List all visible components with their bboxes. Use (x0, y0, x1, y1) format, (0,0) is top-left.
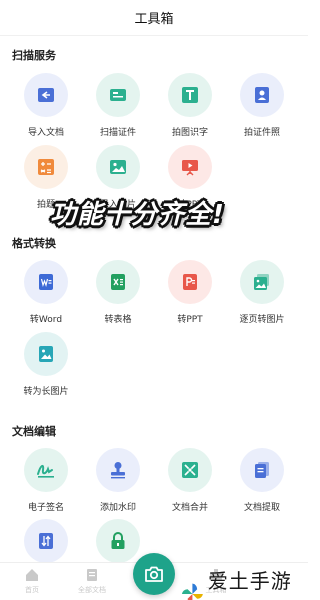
merge-icon (182, 462, 198, 478)
scan-id-icon (110, 89, 126, 101)
site-watermark: 爱土手游网 (180, 565, 308, 600)
tool-sort[interactable] (10, 519, 82, 563)
calculator-icon (38, 159, 54, 175)
tool-add-watermark[interactable]: 添加水印 (82, 448, 154, 513)
section-title-convert: 格式转换 (12, 237, 56, 250)
home-icon (26, 569, 38, 581)
tool-scan-id[interactable]: 扫描证件 (82, 73, 154, 138)
sort-icon (39, 533, 53, 549)
import-document-icon (38, 88, 54, 102)
tool-to-word[interactable]: 转Word (10, 260, 82, 325)
tool-label: 转表格 (104, 315, 132, 325)
tool-label: 拍图识字 (171, 128, 208, 138)
extract-icon (255, 462, 269, 478)
long-image-icon (39, 346, 53, 362)
tool-to-ppt[interactable]: 转PPT (154, 260, 226, 325)
camera-icon (145, 566, 163, 582)
tool-label: 文档合并 (171, 503, 208, 513)
pages-to-image-icon (254, 274, 269, 290)
tool-label: 文档提取 (243, 503, 280, 513)
tool-label: 转PPT (177, 315, 203, 325)
tool-to-excel[interactable]: 转表格 (82, 260, 154, 325)
tool-long-image[interactable]: 转为长图片 (10, 332, 82, 397)
tool-label: 添加水印 (99, 503, 136, 513)
tool-id-photo[interactable]: 拍证件照 (226, 73, 298, 138)
tool-pages-to-image[interactable]: 逐页转图片 (226, 260, 298, 325)
ppt-icon (183, 274, 197, 290)
tool-label: 拍证件照 (243, 128, 280, 138)
nav-label: 首页 (25, 586, 39, 594)
app-header: 工具箱 (0, 0, 308, 36)
section-title-scan: 扫描服务 (12, 49, 56, 62)
tool-label: 逐页转图片 (239, 315, 285, 325)
tool-label: 扫描证件 (99, 128, 136, 138)
presentation-icon (182, 160, 198, 176)
id-photo-icon (255, 87, 269, 103)
text-recognition-icon (182, 87, 198, 103)
nav-all-documents[interactable]: 全部文档 (62, 567, 122, 595)
tool-text-recognition[interactable]: 拍图识字 (154, 73, 226, 138)
page-title: 工具箱 (134, 12, 174, 27)
tool-label: 电子签名 (27, 503, 64, 513)
excel-icon (111, 274, 125, 290)
watermark-text: 爱土手游网 (207, 569, 292, 600)
promo-overlay-text: 功能十分齐全! (50, 200, 225, 230)
lock-icon (111, 532, 125, 549)
tool-document-extract[interactable]: 文档提取 (226, 448, 298, 513)
documents-icon (87, 569, 97, 581)
tool-import-document[interactable]: 导入文档 (10, 73, 82, 138)
tool-document-merge[interactable]: 文档合并 (154, 448, 226, 513)
tool-e-signature[interactable]: 电子签名 (10, 448, 82, 513)
section-title-edit: 文档编辑 (12, 425, 56, 438)
image-icon (110, 160, 126, 174)
tool-label: 转为长图片 (23, 387, 69, 397)
nav-home[interactable]: 首页 (2, 567, 62, 595)
nav-label: 全部文档 (78, 586, 106, 594)
stamp-icon (111, 462, 125, 479)
camera-fab[interactable] (133, 553, 175, 595)
signature-icon (37, 464, 54, 478)
windmill-logo-icon (181, 583, 203, 600)
tool-label: 导入文档 (27, 128, 64, 138)
tool-label: 转Word (29, 315, 63, 325)
word-icon (39, 274, 53, 290)
